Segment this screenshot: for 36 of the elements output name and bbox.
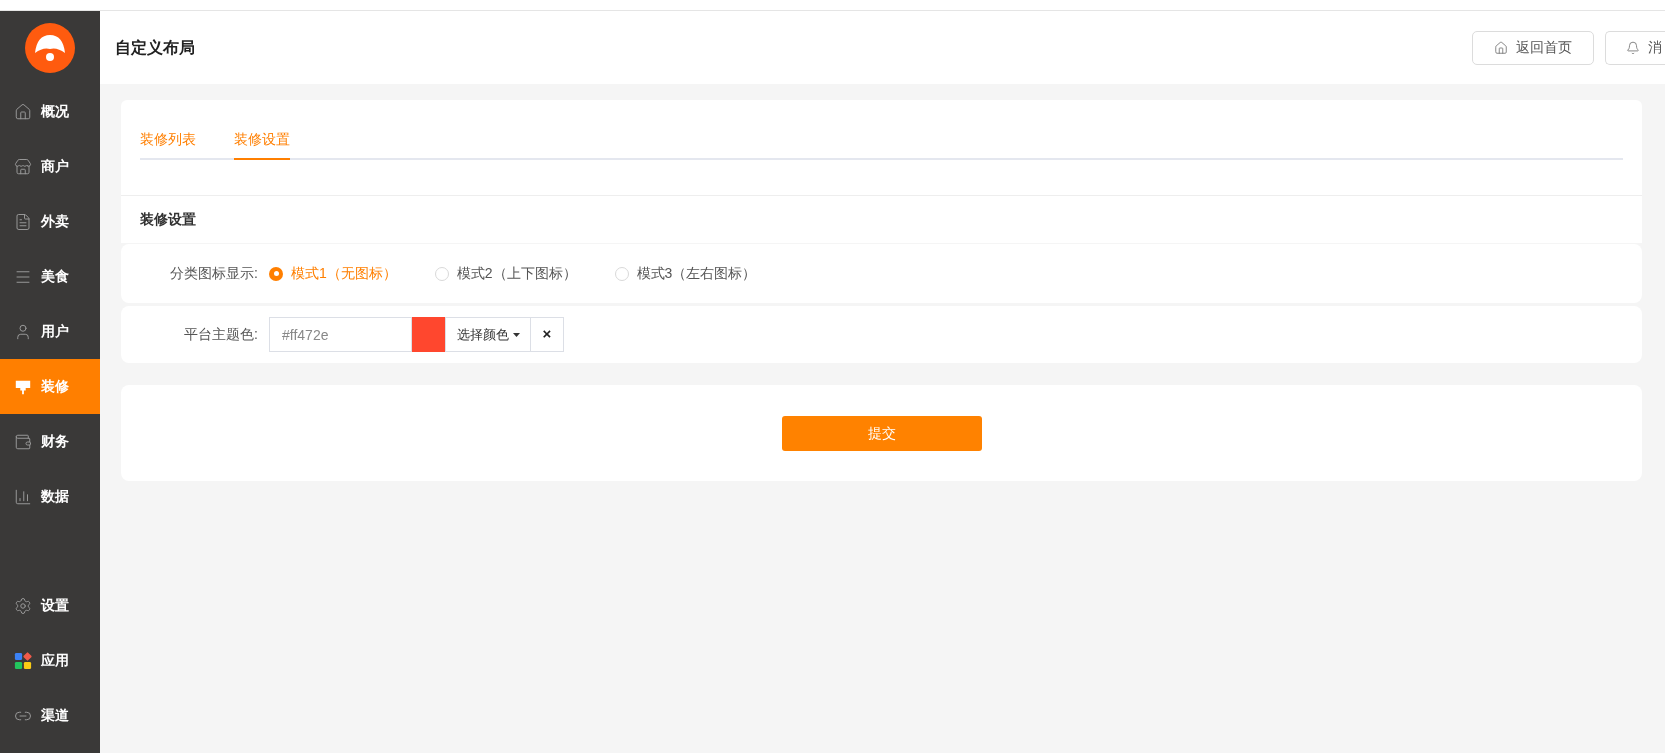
radio-icon [269, 266, 283, 281]
house-icon [14, 102, 32, 121]
caret-icon [512, 332, 520, 337]
store-icon [14, 157, 32, 176]
bar-chart-icon [14, 487, 32, 506]
header-button[interactable]: 消 [1605, 30, 1665, 65]
bell-icon [1626, 40, 1640, 55]
wallet-icon [14, 432, 32, 451]
header-button[interactable]: 返回首页 [1472, 30, 1594, 65]
radio-option[interactable]: 模式2（上下图标） [434, 263, 577, 284]
sidebar-item[interactable]: 数据 [0, 469, 100, 524]
document-icon [14, 212, 32, 231]
radio-icon [614, 266, 629, 281]
color-input-field[interactable]: #ff472e [269, 317, 412, 352]
home-icon [1494, 40, 1508, 55]
radio-option[interactable]: 模式3（左右图标） [614, 263, 757, 284]
page-title: 自定义布局 [115, 37, 195, 58]
pick-color-button[interactable]: 选择颜色 [445, 317, 531, 352]
sidebar-item[interactable]: 设置 [0, 578, 100, 633]
sidebar-item[interactable]: 渠道 [0, 688, 100, 743]
field-label: 分类图标显示: [169, 264, 259, 283]
sidebar-item[interactable]: 用户 [0, 304, 100, 359]
radio-icon [434, 266, 449, 281]
field-label: 平台主题色: [183, 325, 259, 344]
sidebar-item[interactable]: 外卖 [0, 194, 100, 249]
sidebar-item[interactable]: 概况 [0, 84, 100, 139]
clear-button[interactable]: × [531, 317, 564, 352]
sidebar-item[interactable]: 商户 [0, 139, 100, 194]
user-icon [14, 322, 32, 341]
section-title: 装修设置 [140, 210, 196, 229]
sidebar-item[interactable]: 美食 [0, 249, 100, 304]
apps-icon [14, 651, 32, 670]
settings-icon [14, 596, 32, 615]
sidebar-item[interactable]: 应用 [0, 633, 100, 688]
logo-icon [25, 22, 75, 73]
sidebar-item[interactable]: 财务 [0, 414, 100, 469]
